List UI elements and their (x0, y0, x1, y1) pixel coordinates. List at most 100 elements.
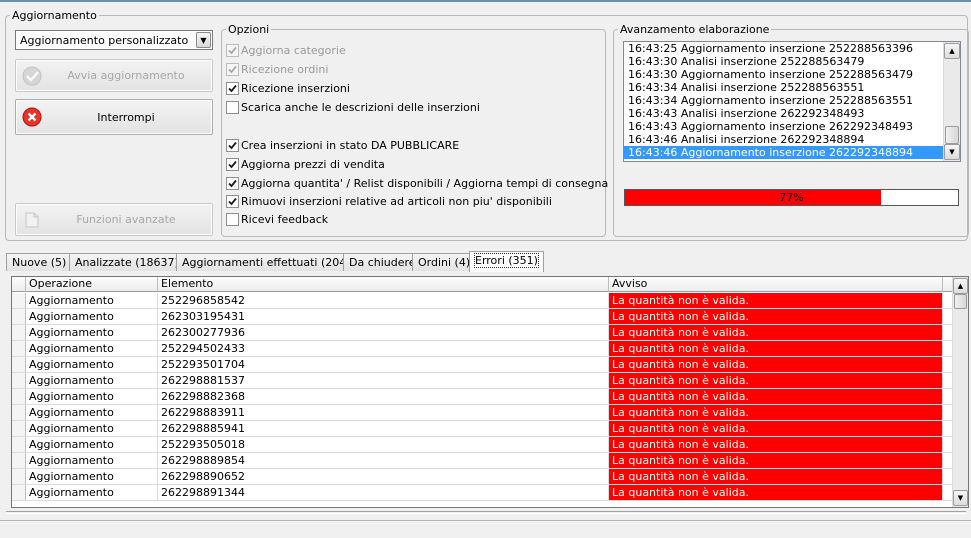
table-row[interactable]: Aggiornamento 262300277936 La quantità non… (12, 325, 953, 341)
table-row[interactable]: Aggiornamento 252294502433 La quantità non… (12, 341, 953, 357)
table-row[interactable]: Aggiornamento 262298889854 La quantità non… (12, 453, 953, 469)
checkmark-icon[interactable] (226, 44, 239, 57)
log-entry[interactable]: 16:43:34 Analisi inserzione 252288563551 (624, 81, 960, 94)
table-row[interactable]: Aggiornamento 262298891344 La quantità non… (12, 485, 953, 501)
log-entry[interactable]: 16:43:34 Aggiornamento inserzione 252288… (624, 94, 960, 107)
table-row[interactable]: Aggiornamento 252296858542 La quantità non… (12, 293, 953, 309)
row-indicator[interactable] (12, 421, 26, 436)
interrompi-button[interactable]: Interrompi (15, 99, 213, 135)
cell-avviso[interactable]: La quantità non è valida. (609, 389, 943, 404)
row-indicator[interactable] (12, 389, 26, 404)
cell-operazione[interactable]: Aggiornamento (26, 405, 158, 420)
scroll-up-icon[interactable]: ▲ (953, 278, 968, 294)
row-indicator[interactable] (12, 373, 26, 388)
tab-3[interactable]: Da chiudere (343, 253, 422, 271)
cell-avviso[interactable]: La quantità non è valida. (609, 405, 943, 420)
table-row[interactable]: Aggiornamento 262303195431 La quantità non… (12, 309, 953, 325)
cell-operazione[interactable]: Aggiornamento (26, 373, 158, 388)
log-entry[interactable]: 16:43:30 Aggiornamento inserzione 252288… (624, 68, 960, 81)
cell-elemento[interactable]: 262300277936 (158, 325, 609, 340)
scroll-up-icon[interactable]: ▲ (944, 43, 960, 59)
table-row[interactable]: Aggiornamento 262298885941 La quantità non… (12, 421, 953, 437)
column-header-avviso[interactable]: Avviso (609, 277, 943, 292)
checkmark-icon[interactable] (226, 158, 239, 171)
checkmark-icon[interactable] (226, 63, 239, 76)
checkmark-icon[interactable] (226, 139, 239, 152)
row-indicator[interactable] (12, 453, 26, 468)
cell-avviso[interactable]: La quantità non è valida. (609, 357, 943, 372)
cell-elemento[interactable]: 262303195431 (158, 309, 609, 324)
option-checkbox[interactable]: Ricevi feedback (226, 212, 328, 227)
cell-elemento[interactable]: 252293501704 (158, 357, 609, 372)
update-type-combobox[interactable]: Aggiornamento personalizzato ▼ (15, 30, 213, 50)
tab-5[interactable]: Errori (351) (469, 251, 544, 272)
cell-operazione[interactable]: Aggiornamento (26, 437, 158, 452)
cell-elemento[interactable]: 252296858542 (158, 293, 609, 308)
cell-elemento[interactable]: 262298882368 (158, 389, 609, 404)
cell-elemento[interactable]: 262298891344 (158, 485, 609, 500)
cell-elemento[interactable]: 262298885941 (158, 421, 609, 436)
table-row[interactable]: Aggiornamento 262298882368 La quantità non… (12, 389, 953, 405)
cell-operazione[interactable]: Aggiornamento (26, 389, 158, 404)
progress-log-list[interactable]: 16:43:25 Aggiornamento inserzione 252288… (623, 41, 961, 162)
checkbox-empty-icon[interactable] (226, 213, 239, 226)
option-checkbox[interactable]: Ricezione inserzioni (226, 81, 350, 96)
cell-operazione[interactable]: Aggiornamento (26, 469, 158, 484)
log-entry[interactable]: 16:43:46 Analisi inserzione 262292348894 (624, 133, 960, 146)
cell-avviso[interactable]: La quantità non è valida. (609, 309, 943, 324)
row-indicator[interactable] (12, 309, 26, 324)
cell-elemento[interactable]: 252294502433 (158, 341, 609, 356)
grid-scrollbar[interactable]: ▲ ▼ (952, 277, 968, 507)
log-entry[interactable]: 16:43:30 Analisi inserzione 252288563479 (624, 55, 960, 68)
grid-scroll-thumb[interactable] (954, 294, 967, 309)
cell-avviso[interactable]: La quantità non è valida. (609, 325, 943, 340)
log-scrollbar[interactable]: ▲ ▼ (943, 42, 960, 161)
row-indicator[interactable] (12, 325, 26, 340)
cell-operazione[interactable]: Aggiornamento (26, 421, 158, 436)
cell-elemento[interactable]: 262298881537 (158, 373, 609, 388)
log-scroll-thumb[interactable] (945, 126, 959, 144)
table-row[interactable]: Aggiornamento 262298883911 La quantità non… (12, 405, 953, 421)
cell-avviso[interactable]: La quantità non è valida. (609, 421, 943, 436)
row-indicator[interactable] (12, 437, 26, 452)
column-header-elemento[interactable]: Elemento (158, 277, 609, 292)
log-entry[interactable]: 16:43:46 Aggiornamento inserzione 262292… (624, 146, 960, 159)
errors-grid[interactable]: Operazione Elemento Avviso Aggiornamento… (11, 276, 969, 508)
tab-0[interactable]: Nuove (5) (6, 253, 73, 271)
cell-operazione[interactable]: Aggiornamento (26, 453, 158, 468)
cell-avviso[interactable]: La quantità non è valida. (609, 293, 943, 308)
cell-avviso[interactable]: La quantità non è valida. (609, 469, 943, 484)
cell-operazione[interactable]: Aggiornamento (26, 341, 158, 356)
checkmark-icon[interactable] (226, 82, 239, 95)
cell-elemento[interactable]: 262298890652 (158, 469, 609, 484)
checkmark-icon[interactable] (226, 195, 239, 208)
option-checkbox[interactable]: Aggiorna quantita' / Relist disponibili … (226, 176, 608, 191)
option-checkbox[interactable]: Scarica anche le descrizioni delle inser… (226, 100, 480, 115)
avvia-aggiornamento-button[interactable]: Avvia aggiornamento (15, 59, 213, 92)
funzioni-avanzate-button[interactable]: Funzioni avanzate (15, 203, 213, 236)
cell-operazione[interactable]: Aggiornamento (26, 293, 158, 308)
tab-1[interactable]: Analizzate (18637) (69, 253, 185, 271)
scroll-down-icon[interactable]: ▼ (953, 490, 968, 506)
log-entry[interactable]: 16:43:43 Aggiornamento inserzione 262292… (624, 120, 960, 133)
row-indicator[interactable] (12, 485, 26, 500)
column-header-operazione[interactable]: Operazione (26, 277, 158, 292)
cell-operazione[interactable]: Aggiornamento (26, 325, 158, 340)
table-row[interactable]: Aggiornamento 262298890652 La quantità non… (12, 469, 953, 485)
table-row[interactable]: Aggiornamento 252293505018 La quantità non… (12, 437, 953, 453)
cell-elemento[interactable]: 252293505018 (158, 437, 609, 452)
cell-operazione[interactable]: Aggiornamento (26, 485, 158, 500)
chevron-down-icon[interactable]: ▼ (196, 32, 211, 48)
cell-operazione[interactable]: Aggiornamento (26, 309, 158, 324)
table-row[interactable]: Aggiornamento 262298881537 La quantità non… (12, 373, 953, 389)
cell-elemento[interactable]: 262298889854 (158, 453, 609, 468)
cell-avviso[interactable]: La quantità non è valida. (609, 341, 943, 356)
log-entry[interactable]: 16:43:25 Aggiornamento inserzione 252288… (624, 42, 960, 55)
option-checkbox[interactable]: Aggiorna categorie (226, 43, 346, 58)
cell-avviso[interactable]: La quantità non è valida. (609, 453, 943, 468)
option-checkbox[interactable]: Rimuovi inserzioni relative ad articoli … (226, 194, 552, 209)
checkmark-icon[interactable] (226, 177, 239, 190)
log-entry[interactable]: 16:43:43 Analisi inserzione 262292348493 (624, 107, 960, 120)
cell-elemento[interactable]: 262298883911 (158, 405, 609, 420)
row-indicator[interactable] (12, 405, 26, 420)
